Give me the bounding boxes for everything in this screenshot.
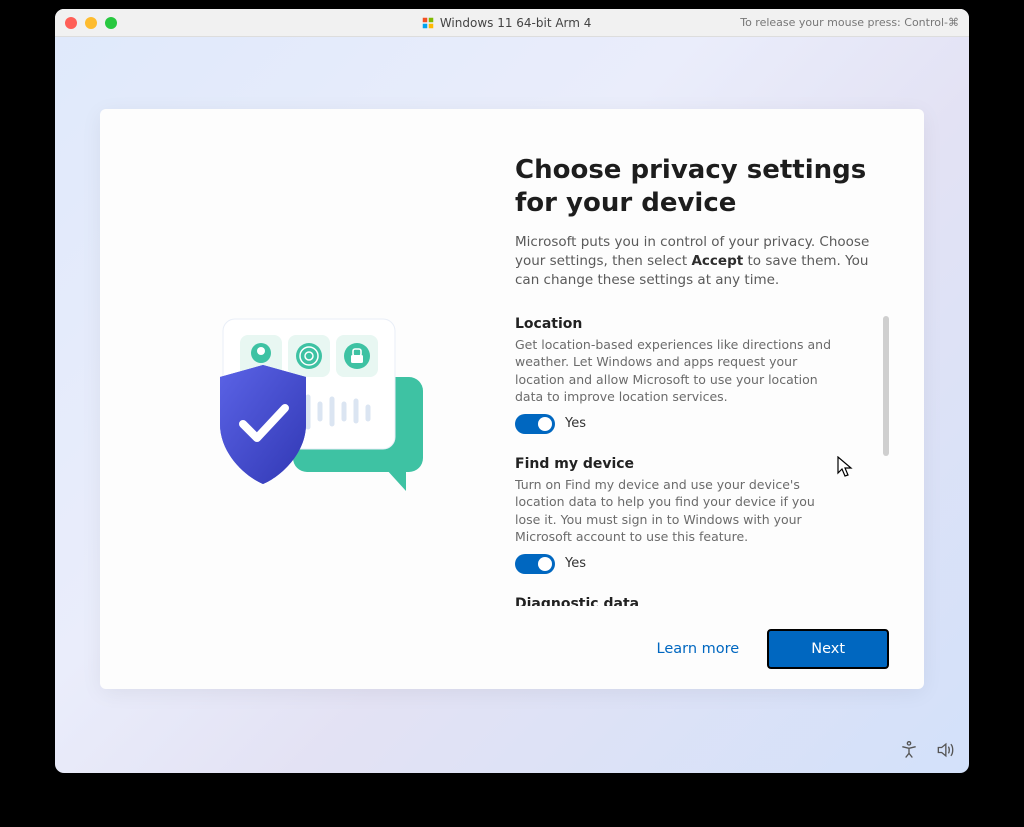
setting-title: Diagnostic data [515, 596, 873, 606]
intro-text: Microsoft puts you in control of your pr… [515, 233, 889, 290]
minimize-window-button[interactable] [85, 17, 97, 29]
guest-viewport: Choose privacy settings for your device … [55, 37, 969, 773]
toggle-state-label: Yes [565, 416, 586, 431]
action-row: Learn more Next [515, 615, 889, 669]
host-toolbar-right: To release your mouse press: Control-⌘ [730, 16, 959, 29]
oobe-content: Choose privacy settings for your device … [495, 109, 924, 689]
scrollbar-thumb[interactable] [883, 316, 889, 456]
toggle-state-label: Yes [565, 556, 586, 571]
scrollbar-track[interactable] [883, 316, 889, 606]
toggle-location[interactable] [515, 414, 555, 434]
next-button[interactable]: Next [767, 629, 889, 669]
host-toolbar-left [133, 16, 283, 30]
learn-more-link[interactable]: Learn more [651, 631, 746, 667]
oobe-privacy-card: Choose privacy settings for your device … [100, 109, 924, 689]
setting-diagnostic-data: Diagnostic data Send info about the webs… [515, 596, 873, 606]
setting-location: Location Get location-based experiences … [515, 316, 873, 434]
close-window-button[interactable] [65, 17, 77, 29]
page-title: Choose privacy settings for your device [515, 154, 889, 219]
intro-bold: Accept [691, 253, 743, 269]
windows-logo-icon [422, 17, 434, 29]
release-hint-text: To release your mouse press: Control-⌘ [740, 16, 959, 29]
accessibility-icon[interactable] [899, 740, 919, 764]
setting-find-my-device: Find my device Turn on Find my device an… [515, 456, 873, 574]
volume-icon[interactable] [935, 740, 955, 764]
toggle-find-my-device[interactable] [515, 554, 555, 574]
oobe-tray [899, 740, 955, 764]
setting-title: Location [515, 316, 873, 332]
host-titlebar: Windows 11 64-bit Arm 4 To release your … [55, 9, 969, 37]
host-window-title: Windows 11 64-bit Arm 4 [422, 16, 592, 30]
host-title-text: Windows 11 64-bit Arm 4 [440, 16, 592, 30]
setting-desc: Get location-based experiences like dire… [515, 336, 835, 406]
zoom-window-button[interactable] [105, 17, 117, 29]
settings-scroll-area[interactable]: Location Get location-based experiences … [515, 316, 889, 606]
privacy-illustration [100, 109, 495, 689]
setting-title: Find my device [515, 456, 873, 472]
setting-desc: Turn on Find my device and use your devi… [515, 476, 835, 546]
window-traffic-lights [65, 17, 117, 29]
vm-host-window: Windows 11 64-bit Arm 4 To release your … [55, 9, 969, 773]
